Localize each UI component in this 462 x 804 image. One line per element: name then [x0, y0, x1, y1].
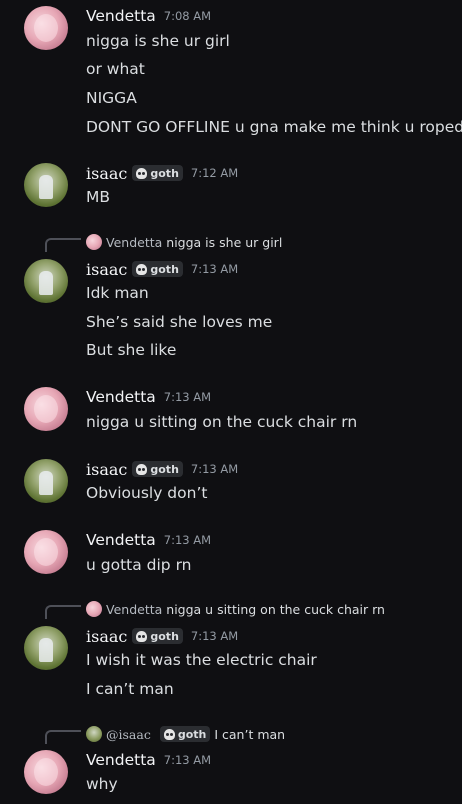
avatar[interactable] — [24, 459, 68, 503]
message-header: isaac goth 7:13 AM — [86, 259, 238, 279]
message-header: isaac goth 7:13 AM — [86, 626, 238, 646]
skull-icon — [136, 463, 148, 475]
message-header: isaac goth 7:12 AM — [86, 163, 238, 183]
timestamp: 7:13 AM — [163, 753, 212, 767]
timestamp: 7:13 AM — [190, 462, 239, 476]
message-text: But she like — [86, 341, 177, 359]
timestamp: 7:13 AM — [163, 533, 212, 547]
avatar[interactable] — [24, 163, 68, 207]
username[interactable]: isaac — [86, 460, 127, 479]
message-text: nigga u sitting on the cuck chair rn — [86, 413, 358, 431]
message-header: Vendetta 7:13 AM — [86, 530, 211, 550]
avatar[interactable] — [24, 530, 68, 574]
reply-text: nigga is she ur girl — [166, 234, 283, 250]
message-text: She’s said she loves me — [86, 313, 273, 331]
reply-avatar — [86, 601, 102, 617]
message-text: or what — [86, 60, 145, 78]
avatar[interactable] — [24, 259, 68, 303]
skull-icon — [163, 728, 175, 740]
message-text: nigga is she ur girl — [86, 32, 230, 50]
reply-spine — [45, 605, 81, 619]
avatar[interactable] — [24, 750, 68, 794]
guild-tag[interactable]: goth — [132, 261, 183, 277]
reply-avatar — [86, 726, 102, 742]
username[interactable]: Vendetta — [86, 751, 156, 769]
username[interactable]: isaac — [86, 260, 127, 279]
message-text: MB — [86, 188, 111, 206]
message-text: I can’t man — [86, 680, 174, 698]
reply-spine — [45, 238, 81, 252]
avatar[interactable] — [24, 6, 68, 50]
skull-icon — [136, 167, 148, 179]
message-header: isaac goth 7:13 AM — [86, 459, 238, 479]
username[interactable]: isaac — [86, 164, 127, 183]
message-text: why — [86, 775, 118, 793]
reply-preview[interactable]: Vendetta nigga u sitting on the cuck cha… — [86, 601, 385, 617]
username[interactable]: Vendetta — [86, 7, 156, 25]
username[interactable]: isaac — [86, 627, 127, 646]
message-header: Vendetta 7:08 AM — [86, 6, 211, 26]
username[interactable]: Vendetta — [86, 388, 156, 406]
guild-tag[interactable]: goth — [159, 726, 211, 742]
timestamp: 7:13 AM — [190, 262, 239, 276]
reply-text: I can’t man — [214, 726, 286, 742]
message-text: I wish it was the electric chair — [86, 651, 317, 669]
reply-preview[interactable]: Vendetta nigga is she ur girl — [86, 234, 282, 250]
timestamp: 7:12 AM — [190, 166, 239, 180]
message-text: Idk man — [86, 284, 149, 302]
guild-tag[interactable]: goth — [132, 461, 183, 477]
message-text: Obviously don’t — [86, 484, 208, 502]
timestamp: 7:08 AM — [163, 9, 212, 23]
reply-avatar — [86, 234, 102, 250]
reply-author: Vendetta — [106, 601, 163, 617]
skull-icon — [136, 630, 148, 642]
message-header: Vendetta 7:13 AM — [86, 750, 211, 770]
reply-text: nigga u sitting on the cuck chair rn — [166, 601, 385, 617]
message-text: u gotta dip rn — [86, 556, 192, 574]
guild-tag[interactable]: goth — [132, 628, 183, 644]
username[interactable]: Vendetta — [86, 531, 156, 549]
avatar[interactable] — [24, 387, 68, 431]
timestamp: 7:13 AM — [163, 390, 212, 404]
guild-tag[interactable]: goth — [132, 165, 183, 181]
message-text: DONT GO OFFLINE u gna make me think u ro… — [86, 118, 462, 136]
timestamp: 7:13 AM — [190, 629, 239, 643]
reply-author: Vendetta — [106, 234, 163, 250]
skull-icon — [136, 263, 148, 275]
reply-author: @isaac — [106, 726, 151, 742]
reply-spine — [45, 730, 81, 744]
reply-preview[interactable]: @isaac goth I can’t man — [86, 726, 285, 742]
message-text: NIGGA — [86, 89, 137, 107]
message-header: Vendetta 7:13 AM — [86, 387, 211, 407]
avatar[interactable] — [24, 626, 68, 670]
